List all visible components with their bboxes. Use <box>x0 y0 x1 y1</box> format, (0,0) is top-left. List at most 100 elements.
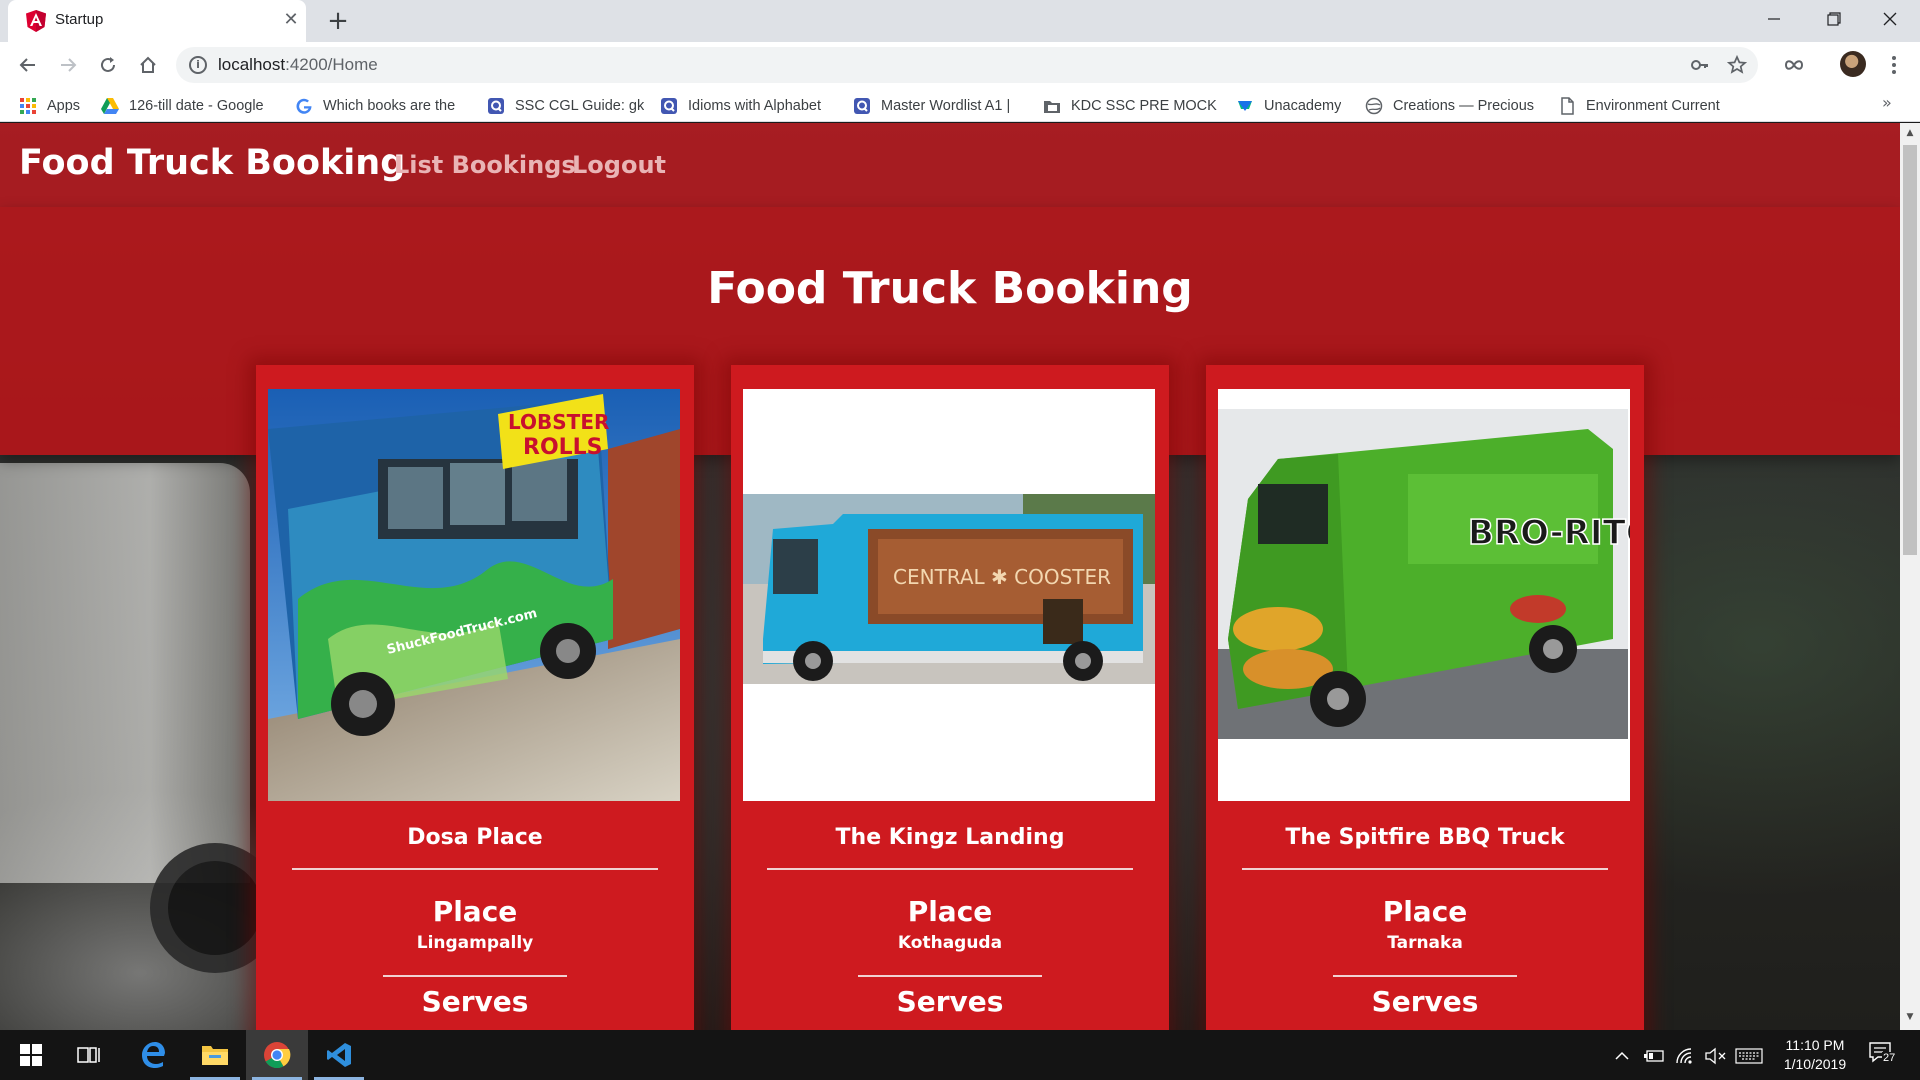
google-icon <box>296 98 312 114</box>
browser-toolbar: i localhost:4200/Home <box>0 42 1920 88</box>
hero-title: Food Truck Booking <box>707 263 1193 314</box>
chrome-taskbar-icon[interactable] <box>246 1030 308 1080</box>
place-label: Place <box>432 895 518 928</box>
vscode-icon[interactable] <box>308 1030 370 1080</box>
place-label: Place <box>907 895 993 928</box>
place-value: Kothaguda <box>897 933 1003 953</box>
bookmark-star-icon[interactable] <box>1724 52 1750 78</box>
battery-icon[interactable] <box>1643 1044 1665 1068</box>
bookmark-label: Creations — Precious <box>1393 98 1535 114</box>
serves-label: Serves <box>896 985 1004 1018</box>
clock-date: 1/10/2019 <box>1783 1056 1847 1072</box>
system-clock[interactable]: 11:10 PM 1/10/2019 <box>1770 1036 1860 1074</box>
bookmark-which-books[interactable]: Which books are the <box>295 95 459 117</box>
restore-icon[interactable] <box>1806 0 1862 38</box>
site-navbar: Food Truck Booking List Bookings Logout <box>0 123 1900 207</box>
bookmark-label: Unacademy <box>1264 98 1342 114</box>
url-host: localhost <box>218 55 286 74</box>
windows-start-icon[interactable] <box>0 1030 62 1080</box>
bookmark-unacademy[interactable]: Unacademy <box>1236 95 1341 117</box>
bookmarks-overflow-chevron-icon[interactable]: » <box>1882 93 1892 112</box>
clock-time: 11:10 PM <box>1785 1037 1845 1053</box>
keyboard-icon[interactable] <box>1735 1044 1763 1069</box>
serves-label: Serves <box>1371 985 1479 1018</box>
place-value: Lingampally <box>416 933 534 953</box>
scrollbar-thumb[interactable] <box>1903 145 1917 555</box>
scroll-up-arrow-icon[interactable]: ▲ <box>1900 125 1920 142</box>
truck-name: Dosa Place <box>407 825 543 850</box>
globe-icon <box>1365 97 1383 115</box>
bookmark-126-till-date[interactable]: 126-till date - Google <box>101 95 269 117</box>
url-path: :4200/Home <box>285 55 378 74</box>
place-label: Place <box>1382 895 1468 928</box>
divider <box>383 975 567 977</box>
google-drive-icon <box>101 98 119 114</box>
bookmark-master-wordlist[interactable]: Master Wordlist A1 | <box>853 95 1021 117</box>
divider <box>1242 868 1608 870</box>
background-truck-image <box>0 463 250 883</box>
forward-arrow-icon[interactable] <box>53 50 83 80</box>
reload-icon[interactable] <box>93 50 123 80</box>
key-icon[interactable] <box>1687 52 1713 78</box>
truck-sign-text: CENTRAL ✱ COOSTER <box>893 565 1111 589</box>
truck-sign-text: LOBSTER <box>508 410 609 434</box>
action-center-icon[interactable]: 27 <box>1868 1040 1897 1070</box>
wifi-icon[interactable] <box>1675 1044 1697 1069</box>
nav-link-list-bookings[interactable]: List Bookings <box>394 151 576 179</box>
task-view-icon[interactable] <box>58 1030 120 1080</box>
serves-label: Serves <box>421 985 529 1018</box>
nav-link-logout[interactable]: Logout <box>572 151 666 179</box>
edge-browser-icon[interactable] <box>122 1030 184 1080</box>
bookmark-kdc-ssc[interactable]: KDC SSC PRE MOCK <box>1043 95 1217 117</box>
bookmark-label: Apps <box>47 98 81 114</box>
file-explorer-icon[interactable] <box>184 1030 246 1080</box>
food-truck-card[interactable]: LOBSTER ROLLS ShuckFoodTruck.com Dosa Pl… <box>256 365 694 1030</box>
scroll-down-arrow-icon[interactable]: ▼ <box>1900 1009 1920 1026</box>
tab-title: Startup <box>55 11 104 28</box>
bookmark-creations[interactable]: Creations — Precious <box>1365 95 1535 117</box>
tab-close-icon[interactable]: ✕ <box>280 8 302 32</box>
address-bar[interactable]: i localhost:4200/Home <box>176 47 1758 83</box>
home-icon[interactable] <box>133 50 163 80</box>
site-info-icon[interactable]: i <box>189 56 207 74</box>
divider <box>1333 975 1517 977</box>
divider <box>858 975 1042 977</box>
folder-image-icon <box>1044 101 1060 113</box>
bookmark-label: Master Wordlist A1 | <box>881 98 1011 114</box>
extension-infinity-icon[interactable] <box>1779 50 1809 80</box>
tray-chevron-icon[interactable] <box>1614 1044 1630 1068</box>
page-scrollbar[interactable]: ▲ ▼ <box>1900 123 1920 1030</box>
bookmark-label: Idioms with Alphabet <box>688 98 821 114</box>
divider <box>767 868 1133 870</box>
bookmark-label: SSC CGL Guide: gk <box>515 98 645 114</box>
central-coaster-truck-photo: CENTRAL ✱ COOSTER <box>743 389 1155 801</box>
angular-icon <box>26 10 46 32</box>
divider <box>292 868 658 870</box>
bookmark-label: 126-till date - Google <box>129 98 264 114</box>
unacademy-icon <box>1238 101 1252 111</box>
back-arrow-icon[interactable] <box>13 50 43 80</box>
windows-taskbar: 11:10 PM 1/10/2019 27 <box>0 1030 1920 1080</box>
bookmark-environment[interactable]: Environment Current <box>1558 95 1726 117</box>
minimize-icon[interactable] <box>1746 0 1802 38</box>
browser-tab[interactable]: Startup ✕ <box>8 0 306 42</box>
close-window-icon[interactable] <box>1862 0 1918 38</box>
volume-muted-icon[interactable] <box>1705 1044 1727 1069</box>
bookmark-label: Environment Current <box>1586 98 1720 114</box>
quizlet-icon <box>854 98 870 114</box>
bookmarks-bar: Apps 126-till date - Google Which books … <box>0 88 1920 122</box>
new-tab-button[interactable]: + <box>322 6 354 36</box>
food-truck-card[interactable]: CENTRAL ✱ COOSTER The Kingz Landing Plac… <box>731 365 1169 1030</box>
bookmark-idioms[interactable]: Idioms with Alphabet <box>660 95 830 117</box>
food-truck-card[interactable]: BRO-RITOS The Spitfire BBQ Truck Place T… <box>1206 365 1644 1030</box>
url-text: localhost:4200/Home <box>218 55 378 75</box>
menu-kebab-icon[interactable] <box>1879 50 1909 80</box>
profile-avatar[interactable] <box>1840 51 1866 77</box>
bookmark-ssc-cgl-guide[interactable]: SSC CGL Guide: gk <box>487 95 644 117</box>
quizlet-icon <box>661 98 677 114</box>
bookmark-apps[interactable]: Apps <box>19 95 80 117</box>
navbar-brand[interactable]: Food Truck Booking <box>19 143 405 183</box>
quizlet-icon <box>488 98 504 114</box>
bro-ritos-truck-photo: BRO-RITOS <box>1218 389 1630 801</box>
apps-grid-icon <box>20 98 36 114</box>
